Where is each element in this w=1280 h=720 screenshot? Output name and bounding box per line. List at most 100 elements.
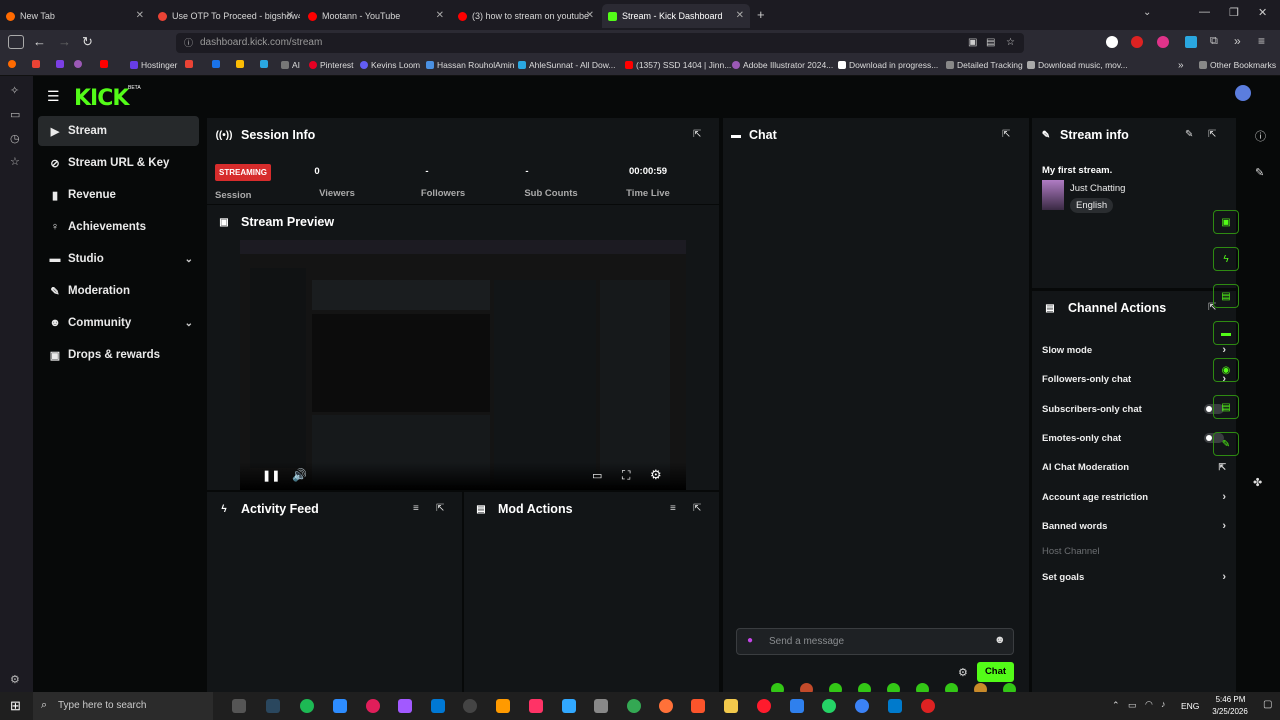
brave-icon[interactable] [691,699,705,713]
bookmark-star-icon[interactable]: ☆ [1006,33,1015,53]
kick-logo[interactable]: KICK [74,86,129,111]
bookmark-illustrator[interactable]: Adobe Illustrator 2024... [732,60,833,70]
sidebar-toggle-icon[interactable] [8,35,24,49]
language-indicator[interactable]: ENG [1181,701,1199,711]
fullscreen-icon[interactable]: ⛶ [622,468,630,483]
bookmark-tracking[interactable]: Detailed Tracking [946,60,1023,70]
tab-otp[interactable]: Use OTP To Proceed - bigshow4 ✕ [152,4,300,28]
tab-list-icon[interactable]: ⌄ [1143,7,1151,18]
close-tab-icon[interactable]: ✕ [136,10,144,21]
reload-icon[interactable]: ↻ [82,34,93,50]
popout-icon[interactable]: ⇱ [1208,129,1216,140]
file-explorer-icon[interactable] [724,699,738,713]
chat-input[interactable]: ● Send a message ☻ [736,628,1014,655]
rail-session-button[interactable]: ◉ [1213,358,1239,382]
ai-chatbot-icon[interactable]: ✧ [10,84,19,97]
nav-stream-url-key[interactable]: ⊘ Stream URL & Key [38,148,199,178]
popout-icon[interactable]: ⇱ [693,503,701,514]
bookmark-icon[interactable] [260,60,271,68]
app-icon[interactable] [300,699,314,713]
url-input[interactable]: ⓘ dashboard.kick.com/stream ▣ ▤ ☆ [176,33,1024,53]
extension-icon[interactable] [1131,36,1143,48]
calculator-icon[interactable] [594,699,608,713]
obs-icon[interactable] [921,699,935,713]
bookmark-kevins-loom[interactable]: Kevins Loom [360,60,420,70]
tray-overflow-icon[interactable]: ⌃ [1112,700,1120,711]
site-info-icon[interactable]: ⓘ [184,33,193,53]
forward-icon[interactable]: → [58,34,71,49]
channel-action-account-age[interactable]: Account age restriction › [1042,487,1226,507]
close-tab-icon[interactable]: ✕ [436,10,444,21]
channel-action-followers-only[interactable]: Followers-only chat › [1042,369,1226,389]
network-icon[interactable]: ▭ [1128,700,1137,711]
filter-icon[interactable]: ≡ [670,503,676,514]
opera-icon[interactable] [757,699,771,713]
wifi-icon[interactable]: ◠ [1145,699,1153,710]
screenshot-icon[interactable]: ▣ [968,33,977,53]
pause-icon[interactable]: ❚❚ [262,469,280,482]
more-bookmarks-icon[interactable]: » [1178,60,1184,71]
bookmark-download[interactable]: Download in progress... [838,60,938,70]
volume-icon[interactable]: ♪ [1161,699,1166,709]
extension-icon[interactable] [1185,36,1197,48]
menu-icon[interactable]: ≡ [1258,34,1265,48]
bookmark-icon[interactable] [100,60,111,68]
tab-youtube[interactable]: Mootann - YouTube ✕ [302,4,450,28]
chat-send-button[interactable]: Chat [977,662,1014,682]
channel-action-slow-mode[interactable]: Slow mode › [1042,340,1226,360]
rail-preview-button[interactable]: ▣ [1213,210,1239,234]
bookmark-hassan[interactable]: Hassan RouholAmin [426,60,514,70]
tab-kick-dashboard[interactable]: Stream - Kick Dashboard ✕ [602,4,750,28]
nav-drops-rewards[interactable]: ▣ Drops & rewards [38,340,199,370]
new-tab-icon[interactable]: + [757,7,765,22]
notifications-icon[interactable]: ▢ [1263,699,1272,710]
photoshop-icon[interactable] [562,699,576,713]
bookmark-icon[interactable] [74,60,85,68]
illustrator-icon[interactable] [496,699,510,713]
vscode-icon[interactable] [888,699,902,713]
bookmark-icon[interactable] [212,60,223,68]
whatsapp-icon[interactable] [822,699,836,713]
extension-icon[interactable] [1157,36,1169,48]
rail-stream-info-button[interactable]: ✎ [1213,432,1239,456]
nav-studio[interactable]: ▬ Studio ⌄ [38,244,199,274]
store-icon[interactable] [431,699,445,713]
rail-mod-actions-button[interactable]: ▤ [1213,284,1239,308]
close-tab-icon[interactable]: ✕ [736,10,744,21]
media-player-icon[interactable] [463,699,477,713]
back-icon[interactable]: ← [33,34,46,49]
bookmark-icon[interactable] [32,60,43,68]
synced-tabs-icon[interactable]: ▭ [10,108,20,121]
settings-icon[interactable]: ⚙ [10,673,20,686]
rail-activity-button[interactable]: ϟ [1213,247,1239,271]
emoji-icon[interactable]: ☻ [994,634,1006,646]
clock-time[interactable]: 5:46 PM [1208,695,1253,704]
customize-icon[interactable]: ✤ [1253,476,1262,489]
bookmarks-icon[interactable]: ☆ [10,155,20,168]
settings-gear-icon[interactable]: ⚙ [650,467,662,483]
chrome-icon[interactable] [627,699,641,713]
nav-achievements[interactable]: ♀ Achievements [38,212,199,242]
popout-icon[interactable]: ⇱ [436,503,444,514]
pip-icon[interactable]: ▭ [592,469,602,482]
close-tab-icon[interactable]: ✕ [286,10,294,21]
bookmark-icon[interactable] [185,60,196,68]
extension-icon[interactable] [1106,36,1118,48]
bookmark-ai[interactable]: AI [281,60,300,70]
close-window-icon[interactable]: ✕ [1258,6,1267,19]
bookmark-pinterest[interactable]: Pinterest [309,60,354,70]
bookmark-download-music[interactable]: Download music, mov... [1027,60,1128,70]
volume-icon[interactable]: 🔊 [292,468,307,482]
other-bookmarks[interactable]: Other Bookmarks [1199,60,1276,70]
taskbar-search[interactable]: ⌕ Type here to search [33,692,213,720]
nav-revenue[interactable]: ▮ Revenue [38,180,199,210]
maximize-icon[interactable]: ❐ [1229,6,1239,19]
zoom-icon[interactable] [333,699,347,713]
channel-action-set-goals[interactable]: Set goals › [1042,567,1226,587]
indesign-icon[interactable] [529,699,543,713]
tab-new-tab[interactable]: New Tab ✕ [0,4,150,28]
nav-stream[interactable]: ▶ Stream [38,116,199,146]
popout-icon[interactable]: ⇱ [1002,129,1010,140]
bookmark-icon[interactable] [8,60,19,68]
task-view-icon[interactable] [232,699,246,713]
